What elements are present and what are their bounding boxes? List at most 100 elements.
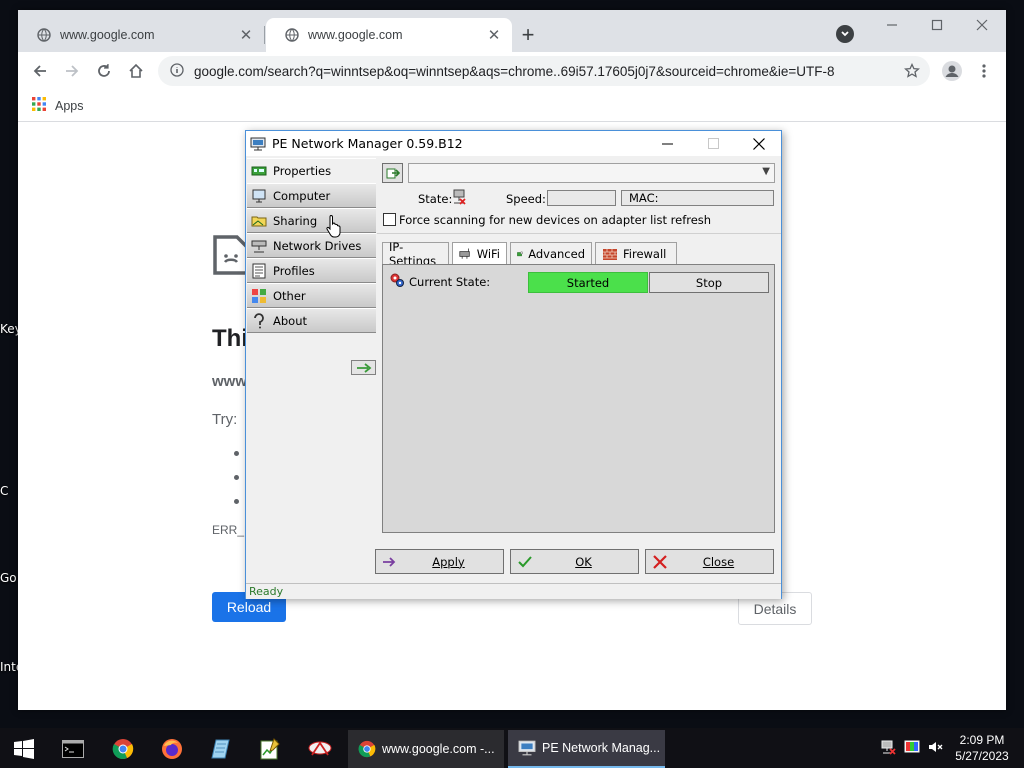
firewall-icon [603,248,617,260]
address-bar[interactable]: google.com/search?q=winntsep&oq=winntsep… [158,56,930,86]
new-tab-button[interactable]: + [516,22,540,47]
nav-item-sharing[interactable]: Sharing [247,208,376,233]
adapter-select[interactable]: ▼ [408,163,775,183]
pe-minimize-icon[interactable] [644,131,690,156]
tab-ip-settings[interactable]: IP-Settings [382,240,449,268]
globe-icon [36,27,52,43]
chevron-down-icon[interactable]: ▼ [762,166,770,177]
browser-tab-1[interactable]: www.google.com ✕ [18,18,264,52]
firefox-icon[interactable] [155,732,189,766]
network-card-icon [251,166,267,175]
nav-item-network-drives[interactable]: Network Drives [247,233,376,258]
close-window-icon[interactable] [968,14,996,36]
speed-field [547,190,616,206]
taskbar-app-label: PE Network Manag... [542,741,661,755]
profile-avatar-icon[interactable] [940,59,964,83]
ok-button[interactable]: OK [510,549,639,574]
browser-toolbar: google.com/search?q=winntsep&oq=winntsep… [18,52,1006,90]
chart-editor-icon[interactable] [253,732,287,766]
taskbar-app-chrome[interactable]: www.google.com -... [348,730,504,768]
reload-icon[interactable] [92,59,116,83]
home-icon[interactable] [124,59,148,83]
maximize-icon[interactable] [923,14,951,36]
pe-maximize-icon[interactable] [690,131,736,156]
mac-field: MAC: [621,190,774,206]
adapter-refresh-button[interactable] [382,163,403,183]
minimize-icon[interactable] [878,14,906,36]
network-tray-icon[interactable] [879,738,897,756]
suggestion-bullet [234,451,239,456]
tab-close-icon[interactable]: ✕ [238,27,254,44]
apps-grid-icon[interactable] [32,97,46,114]
checkmark-icon [518,556,532,568]
info-icon[interactable] [170,62,184,80]
tab-search-icon[interactable] [836,25,854,43]
nav-item-other[interactable]: Other [247,283,376,308]
pe-sidebar: Properties Computer Sharing Network Driv… [247,158,376,375]
folder-share-icon [251,216,267,226]
globe-icon [284,27,300,43]
terminal-icon[interactable] [56,732,90,766]
suggestion-bullet [234,499,239,504]
x-icon [653,555,667,569]
network-tool-icon[interactable] [303,732,337,766]
mac-label: MAC: [629,191,659,205]
menu-kebab-icon[interactable] [972,59,996,83]
arrow-right-icon [383,557,396,567]
tab-label: WiFi [476,247,500,261]
start-windows-icon[interactable] [7,732,41,766]
computer-icon [252,189,266,202]
apps-link[interactable]: Apps [55,99,84,113]
nav-item-properties[interactable]: Properties [247,158,376,183]
nav-item-computer[interactable]: Computer [247,183,376,208]
network-disconnected-icon [451,189,467,208]
nav-item-label: Computer [273,188,331,203]
volume-muted-icon[interactable] [927,738,945,756]
force-scan-checkbox[interactable] [383,213,396,226]
forward-icon[interactable] [60,59,84,83]
tab-advanced[interactable]: Advanced [510,242,592,264]
status-bar: Ready [246,583,781,599]
desktop-label-4[interactable]: Inte [0,660,18,674]
back-icon[interactable] [28,59,52,83]
url-text[interactable]: google.com/search?q=winntsep&oq=winntsep… [194,64,835,79]
pe-close-icon[interactable] [736,131,782,156]
state-label: State: [418,192,453,206]
stop-button[interactable]: Stop [649,272,769,293]
system-clock[interactable]: 2:09 PM 5/27/2023 [950,732,1014,764]
network-app-icon [250,137,266,150]
chrome-icon [358,740,376,758]
tab-firewall[interactable]: Firewall [595,242,677,264]
other-icon [252,288,266,303]
force-scan-label[interactable]: Force scanning for new devices on adapte… [399,213,711,227]
desktop-label-1[interactable]: Key [0,322,18,336]
browser-tab-2[interactable]: www.google.com ✕ [266,18,512,52]
display-tray-icon[interactable] [903,738,921,756]
tab-label: Advanced [528,246,585,261]
chrome-icon[interactable] [106,732,140,766]
tab-separator [264,26,265,44]
about-icon [254,312,264,328]
nav-item-profiles[interactable]: Profiles [247,258,376,283]
nav-item-about[interactable]: About [247,308,376,333]
tab-close-icon[interactable]: ✕ [486,27,502,44]
tab-label: Firewall [623,246,667,261]
nav-item-label: Network Drives [273,238,362,253]
collapse-sidebar-button[interactable] [351,360,376,375]
nav-item-label: Profiles [273,263,315,278]
tab-wifi[interactable]: WiFi [452,242,507,265]
notepad-icon[interactable] [204,732,238,766]
desktop-label-3[interactable]: Go [0,571,18,585]
wifi-card-icon [459,248,470,259]
pe-title-bar[interactable]: PE Network Manager 0.59.B12 [246,131,781,156]
apply-button[interactable]: Apply [375,549,504,574]
desktop-label-2[interactable]: C [0,484,18,498]
try-label: Try: [212,411,238,428]
taskbar-app-pe-network-manager[interactable]: PE Network Manag... [508,730,665,768]
bookmark-star-icon[interactable] [900,59,924,83]
error-title: Thi [212,325,248,352]
close-button[interactable]: Close [645,549,774,574]
taskbar: www.google.com -... PE Network Manag... … [0,728,1024,768]
tab-strip: www.google.com ✕ www.google.com ✕ + [18,10,1006,52]
clock-date: 5/27/2023 [955,749,1009,763]
